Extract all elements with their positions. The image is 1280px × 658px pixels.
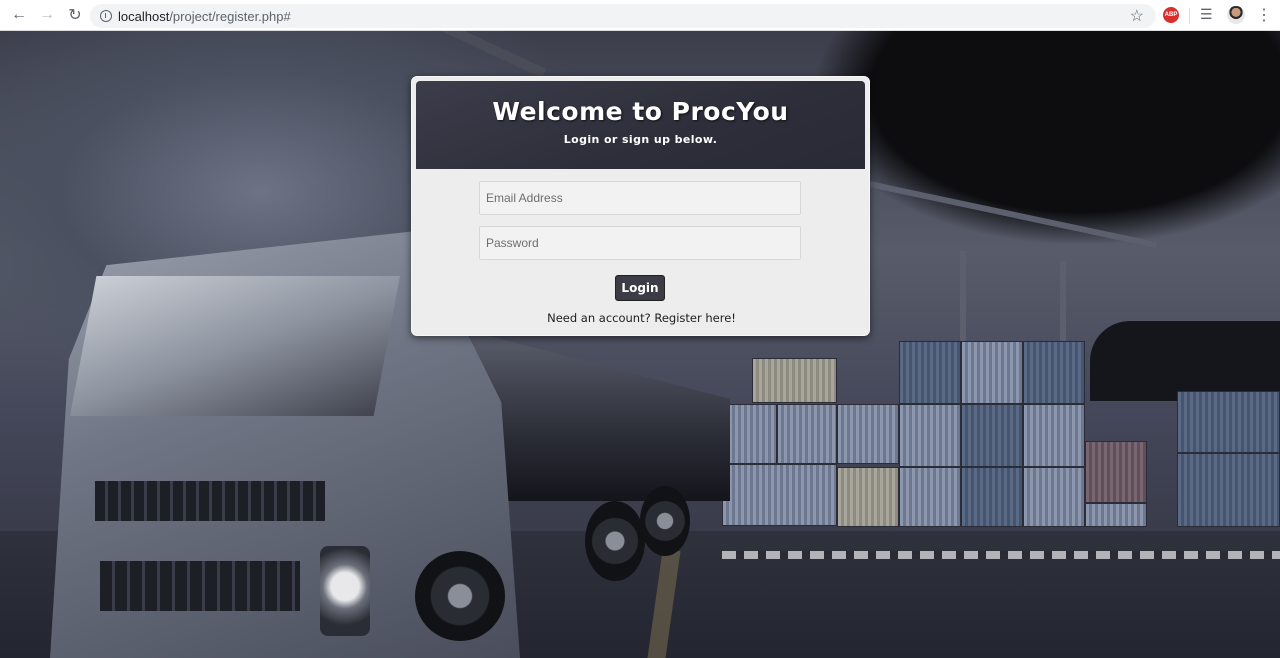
site-info-icon[interactable] xyxy=(100,10,112,22)
url-text[interactable]: localhost/project/register.php# xyxy=(118,9,291,24)
truck-headlight xyxy=(320,546,370,636)
truck-lower-grille xyxy=(100,561,300,611)
profile-avatar[interactable] xyxy=(1227,6,1245,24)
container xyxy=(1177,453,1280,527)
truck-wheel xyxy=(415,551,505,641)
container xyxy=(752,358,837,403)
container-stack xyxy=(722,341,1280,531)
login-card: Welcome to ProcYou Login or sign up belo… xyxy=(411,76,870,336)
container xyxy=(722,464,837,526)
page-title: Welcome to ProcYou xyxy=(492,97,789,126)
container xyxy=(777,404,837,464)
back-arrow-icon[interactable]: ← xyxy=(6,2,32,28)
container xyxy=(1023,467,1085,527)
login-card-header: Welcome to ProcYou Login or sign up belo… xyxy=(416,81,865,169)
container xyxy=(899,341,961,404)
reload-icon[interactable]: ↻ xyxy=(62,2,88,28)
address-bar[interactable]: localhost/project/register.php# ☆ xyxy=(90,4,1156,28)
truck-windshield xyxy=(70,276,400,416)
container xyxy=(1085,441,1147,503)
container xyxy=(837,467,899,527)
register-prompt: Need an account? Register here! xyxy=(412,311,871,325)
truck-wheel xyxy=(585,501,645,581)
container xyxy=(1023,404,1085,467)
media-queue-icon[interactable]: ☰ xyxy=(1200,6,1213,23)
forward-arrow-icon[interactable]: → xyxy=(34,2,60,28)
container xyxy=(961,467,1023,527)
email-field[interactable] xyxy=(479,181,801,215)
truck-grille xyxy=(95,481,325,521)
register-prompt-text: Need an account? xyxy=(547,311,651,325)
container xyxy=(961,341,1023,404)
container xyxy=(961,404,1023,467)
container xyxy=(899,467,961,527)
register-link[interactable]: Register here! xyxy=(654,311,736,325)
truck-wheel xyxy=(640,486,690,556)
crane-arm xyxy=(862,179,1158,249)
password-field[interactable] xyxy=(479,226,801,260)
browser-toolbar: ← → ↻ localhost/project/register.php# ☆ … xyxy=(0,0,1280,31)
login-button[interactable]: Login xyxy=(615,275,665,301)
url-path: /project/register.php# xyxy=(169,8,291,24)
container xyxy=(1085,503,1147,527)
page-subtitle: Login or sign up below. xyxy=(563,133,718,146)
toolbar-divider xyxy=(1189,8,1190,24)
adblock-extension-icon[interactable]: ABP xyxy=(1163,7,1179,23)
container xyxy=(722,404,777,464)
more-menu-icon[interactable]: ⋮ xyxy=(1256,5,1272,25)
barrier xyxy=(722,551,1280,559)
crane-boom xyxy=(423,31,547,79)
url-host: localhost xyxy=(118,8,170,24)
container xyxy=(899,404,961,467)
container xyxy=(1177,391,1280,453)
container xyxy=(1023,341,1085,404)
bookmark-star-icon[interactable]: ☆ xyxy=(1130,6,1144,26)
container xyxy=(837,404,899,464)
